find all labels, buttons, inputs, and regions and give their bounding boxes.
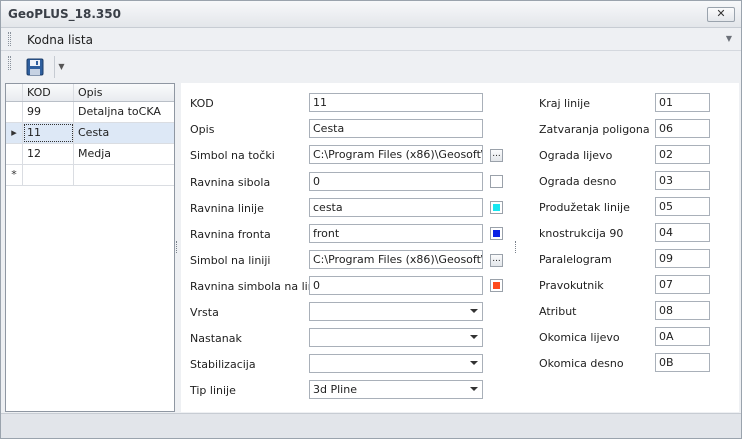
line-code-label: Atribut [539, 305, 577, 318]
grid-header-indicator [6, 84, 23, 101]
panel-header: Kodna lista ▼ [1, 28, 741, 51]
simbol-na-liniji-input[interactable]: C:\Program Files (x86)\Geosoft\Ge [309, 250, 483, 269]
ravnina-fronta-input[interactable]: front [309, 224, 483, 243]
color-fill [493, 282, 500, 289]
line-code-label: Zatvaranja poligona [539, 123, 650, 136]
row-indicator [6, 144, 23, 164]
line-code-label: Kraj linije [539, 97, 590, 110]
ravnina-sibola-label: Ravnina sibola [190, 176, 271, 189]
line-code-label: Okomica desno [539, 357, 624, 370]
ravnina-sibola-color-swatch[interactable] [490, 175, 503, 188]
tip-linije-select[interactable]: 3d Pline [309, 380, 483, 399]
toolbar-dropdown-icon[interactable]: ▼ [54, 56, 68, 78]
table-row-selected[interactable]: ▸ 11 Cesta [6, 123, 174, 144]
stabilizacija-select[interactable] [309, 354, 483, 373]
cell-kod[interactable]: 11 [23, 123, 74, 143]
color-fill [493, 178, 500, 185]
panel-title: Kodna lista [27, 33, 93, 47]
cell-opis[interactable]: Detaljna toCKA [74, 102, 174, 122]
color-fill [493, 204, 500, 211]
window-title: GeoPLUS_18.350 [8, 7, 121, 21]
ravnina-simbola-na-liniji-input[interactable]: 0 [309, 276, 483, 295]
column-header-kod[interactable]: KOD [23, 84, 74, 101]
tip-linije-label: Tip linije [190, 384, 236, 397]
line-code-input[interactable]: 0B [655, 353, 710, 372]
row-indicator [6, 102, 23, 122]
ravnina-simbola-na-liniji-label: Ravnina simbola na liniji [190, 280, 324, 293]
line-code-label: Okomica lijevo [539, 331, 620, 344]
line-code-input[interactable]: 08 [655, 301, 710, 320]
splitter-handle-icon[interactable] [515, 241, 518, 253]
new-cell-kod[interactable] [23, 165, 74, 185]
chevron-down-icon [470, 361, 478, 365]
line-code-label: Ograda lijevo [539, 149, 613, 162]
save-button[interactable] [24, 57, 46, 77]
line-code-input[interactable]: 09 [655, 249, 710, 268]
kod-input[interactable]: 11 [309, 93, 483, 112]
title-bar[interactable]: GeoPLUS_18.350 ✕ [1, 1, 741, 28]
simbol-na-tocki-input[interactable]: C:\Program Files (x86)\Geosoft\Ge [309, 145, 483, 164]
new-row-indicator-icon: * [6, 165, 23, 185]
ravnina-fronta-label: Ravnina fronta [190, 228, 271, 241]
current-row-indicator-icon: ▸ [6, 123, 23, 143]
opis-input[interactable]: Cesta [309, 119, 483, 138]
line-code-label: Ograda desno [539, 175, 617, 188]
ravnina-linije-label: Ravnina linije [190, 202, 264, 215]
vrsta-select[interactable] [309, 302, 483, 321]
line-code-input[interactable]: 07 [655, 275, 710, 294]
toolbar-grip-icon[interactable] [8, 56, 11, 70]
line-code-input[interactable]: 02 [655, 145, 710, 164]
main-window: GeoPLUS_18.350 ✕ Kodna lista ▼ ▼ KOD Opi… [0, 0, 742, 439]
grid-header-row: KOD Opis [6, 84, 174, 102]
ravnina-linije-input[interactable]: cesta [309, 198, 483, 217]
line-code-input[interactable]: 01 [655, 93, 710, 112]
ravnina-simbola-na-liniji-color-swatch[interactable] [490, 279, 503, 292]
detail-form: KOD 11 Opis Cesta Simbol na točki C:\Pro… [181, 83, 739, 412]
line-code-label: Produžetak linije [539, 201, 630, 214]
stabilizacija-label: Stabilizacija [190, 358, 256, 371]
line-code-label: Pravokutnik [539, 279, 604, 292]
kod-label: KOD [190, 97, 214, 110]
tip-linije-value: 3d Pline [313, 383, 357, 396]
close-button[interactable]: ✕ [707, 7, 735, 22]
toolbar: ▼ [1, 52, 741, 81]
nastanak-select[interactable] [309, 328, 483, 347]
chevron-down-icon [470, 335, 478, 339]
new-cell-opis[interactable] [74, 165, 174, 185]
chevron-down-icon [470, 309, 478, 313]
cell-kod[interactable]: 99 [23, 102, 74, 122]
simbol-na-tocki-label: Simbol na točki [190, 149, 275, 162]
cell-opis[interactable]: Cesta [74, 123, 174, 143]
simbol-na-liniji-label: Simbol na liniji [190, 254, 271, 267]
line-code-input[interactable]: 06 [655, 119, 710, 138]
simbol-na-liniji-browse-button[interactable]: ... [490, 254, 503, 267]
table-row[interactable]: 12 Medja [6, 144, 174, 165]
line-code-input[interactable]: 05 [655, 197, 710, 216]
line-code-input[interactable]: 03 [655, 171, 710, 190]
chevron-down-icon [470, 387, 478, 391]
cell-opis[interactable]: Medja [74, 144, 174, 164]
line-code-input[interactable]: 0A [655, 327, 710, 346]
column-header-opis[interactable]: Opis [74, 84, 174, 101]
opis-label: Opis [190, 123, 215, 136]
ravnina-linije-color-swatch[interactable] [490, 201, 503, 214]
line-code-label: knostrukcija 90 [539, 227, 624, 240]
cell-kod[interactable]: 12 [23, 144, 74, 164]
code-grid: KOD Opis 99 Detaljna toCKA ▸ 11 Cesta 12… [5, 83, 175, 412]
splitter-handle-icon[interactable] [176, 241, 179, 253]
color-fill [493, 230, 500, 237]
ravnina-sibola-input[interactable]: 0 [309, 172, 483, 191]
nastanak-label: Nastanak [190, 332, 242, 345]
ravnina-fronta-color-swatch[interactable] [490, 227, 503, 240]
line-code-label: Paralelogram [539, 253, 612, 266]
status-bar [1, 413, 741, 438]
table-row[interactable]: 99 Detaljna toCKA [6, 102, 174, 123]
panel-menu-chevron-icon[interactable]: ▼ [726, 34, 732, 43]
grip-handle-icon[interactable] [8, 32, 11, 46]
vrsta-label: Vrsta [190, 306, 219, 319]
line-code-input[interactable]: 04 [655, 223, 710, 242]
new-row[interactable]: * [6, 165, 174, 186]
floppy-disk-icon [26, 58, 44, 76]
simbol-na-tocki-browse-button[interactable]: ... [490, 149, 503, 162]
